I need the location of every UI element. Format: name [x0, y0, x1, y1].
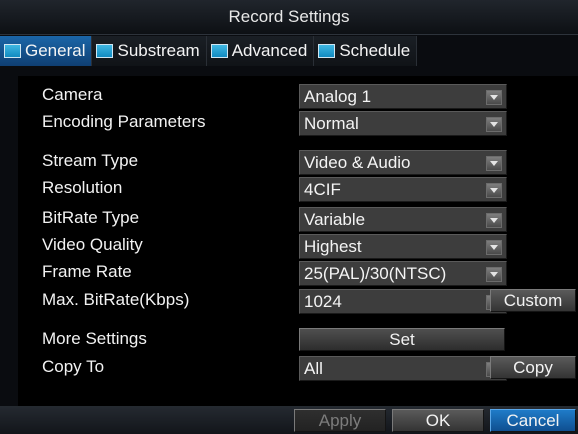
chevron-down-icon [486, 213, 502, 228]
max-bitrate-value: 1024 [304, 292, 342, 311]
copy-to-value: All [304, 359, 323, 378]
set-button[interactable]: Set [299, 328, 505, 351]
encoding-parameters-value: Normal [304, 114, 359, 133]
camera-select[interactable]: Analog 1 [299, 84, 507, 109]
tab-schedule[interactable]: Schedule [314, 36, 418, 66]
tab-advanced-label: Advanced [231, 41, 308, 60]
video-quality-label: Video Quality [42, 235, 143, 254]
resolution-select[interactable]: 4CIF [299, 177, 507, 202]
camera-label: Camera [42, 85, 103, 104]
chevron-down-icon [486, 156, 502, 171]
video-quality-select[interactable]: Highest [299, 234, 507, 259]
max-bitrate-label: Max. BitRate(Kbps) [42, 290, 190, 309]
bitrate-type-value: Variable [304, 210, 366, 229]
camera-value: Analog 1 [304, 87, 372, 106]
bitrate-type-label: BitRate Type [42, 208, 140, 227]
title-bar: Record Settings [0, 0, 578, 35]
tab-substream-icon [96, 44, 114, 58]
chevron-down-icon [486, 240, 502, 255]
tab-bar: General Substream Advanced Schedule [0, 36, 418, 66]
tab-advanced[interactable]: Advanced [206, 36, 315, 66]
custom-button[interactable]: Custom [490, 289, 576, 312]
resolution-value: 4CIF [304, 180, 341, 199]
copy-to-label: Copy To [42, 357, 105, 376]
tab-advanced-icon [210, 44, 228, 58]
bitrate-type-select[interactable]: Variable [299, 207, 507, 232]
tab-substream-label: Substream [117, 41, 200, 60]
ok-button[interactable]: OK [392, 409, 484, 432]
stream-type-value: Video & Audio [304, 153, 411, 172]
chevron-down-icon [486, 267, 502, 282]
video-quality-value: Highest [304, 237, 362, 256]
bottom-action-bar: Apply OK Cancel [0, 406, 578, 434]
resolution-label: Resolution [42, 178, 123, 197]
encoding-parameters-select[interactable]: Normal [299, 111, 507, 136]
more-settings-label: More Settings [42, 329, 147, 348]
tab-substream[interactable]: Substream [92, 36, 207, 66]
apply-button[interactable]: Apply [294, 409, 386, 432]
stream-type-select[interactable]: Video & Audio [299, 150, 507, 175]
tab-schedule-label: Schedule [339, 41, 411, 60]
chevron-down-icon [486, 117, 502, 132]
tab-schedule-icon [318, 44, 336, 58]
tab-general[interactable]: General [0, 36, 93, 66]
tab-general-label: General [25, 41, 86, 60]
general-settings-panel: Camera Analog 1 Encoding Parameters Norm… [18, 76, 578, 406]
frame-rate-label: Frame Rate [42, 262, 132, 281]
copy-to-select[interactable]: All [299, 356, 507, 381]
cancel-button[interactable]: Cancel [490, 409, 576, 432]
copy-button[interactable]: Copy [490, 356, 576, 379]
window-title: Record Settings [228, 7, 350, 26]
frame-rate-value: 25(PAL)/30(NTSC) [304, 264, 447, 283]
tab-general-icon [4, 44, 21, 58]
stream-type-label: Stream Type [42, 151, 139, 170]
encoding-parameters-label: Encoding Parameters [42, 112, 206, 131]
chevron-down-icon [486, 90, 502, 105]
frame-rate-select[interactable]: 25(PAL)/30(NTSC) [299, 261, 507, 286]
chevron-down-icon [486, 183, 502, 198]
max-bitrate-select[interactable]: 1024 [299, 289, 507, 314]
record-settings-window: Record Settings General Substream Advanc… [0, 0, 578, 434]
